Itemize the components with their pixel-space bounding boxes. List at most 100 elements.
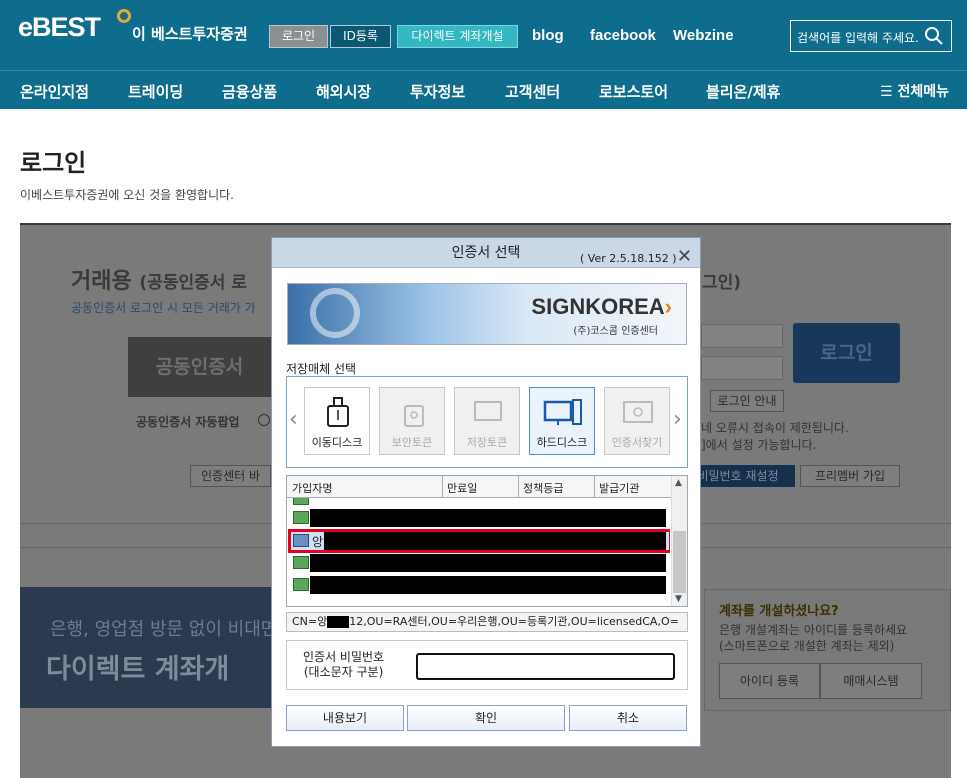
nav-robo-store[interactable]: 로보스토어 xyxy=(599,81,668,102)
nav-financial-products[interactable]: 금융상품 xyxy=(222,81,277,102)
free-member-button[interactable]: 프리멤버 가입 xyxy=(800,465,900,487)
scrollbar-thumb[interactable] xyxy=(673,531,686,593)
col-subscriber[interactable]: 가입자명 xyxy=(292,480,332,496)
media-find-cert[interactable]: 인증서찾기 xyxy=(604,387,670,455)
open-question: 계좌를 개설하셨나요? xyxy=(719,604,839,619)
chevron-right-icon[interactable]: › xyxy=(673,407,682,432)
password-section: 인증서 비밀번호 (대소문자 구분) xyxy=(286,640,688,690)
cert-icon xyxy=(293,534,309,547)
cancel-button[interactable]: 취소 xyxy=(569,705,687,731)
open-desc-2: (스마트폰으로 개설한 계좌는 제외) xyxy=(719,639,895,653)
cert-list: 가입자명 만료일 정책등급 발급기관 앙 ▲ ▼ xyxy=(286,475,688,607)
signkorea-logo: SIGNKOREA› xyxy=(531,294,672,319)
col-policy[interactable]: 정책등급 xyxy=(523,480,563,496)
redacted-block xyxy=(327,616,350,628)
brand-name[interactable]: 이 베스트투자증권 xyxy=(132,23,248,44)
hamburger-icon: ☰ xyxy=(880,84,893,100)
find-cert-icon xyxy=(623,401,653,423)
scroll-up-icon[interactable]: ▲ xyxy=(675,478,682,488)
col-separator xyxy=(442,476,443,498)
banner-line-2: 다이렉트 계좌개 xyxy=(46,654,230,685)
logo-ring-icon xyxy=(117,9,131,23)
nav-customer-center[interactable]: 고객센터 xyxy=(505,81,560,102)
cert-center-button[interactable]: 인증센터 바 xyxy=(190,465,271,487)
dialog-title-text: 인증서 선택 xyxy=(451,245,521,261)
password-field[interactable] xyxy=(701,356,783,380)
login-submit-button[interactable]: 로그인 xyxy=(793,323,900,383)
chevron-left-icon[interactable]: ‹ xyxy=(289,407,298,432)
col-issuer[interactable]: 발급기관 xyxy=(599,480,639,496)
cert-icon xyxy=(293,511,309,524)
signkorea-banner: SIGNKOREA› (주)코스콤 인증센터 xyxy=(287,283,687,345)
search-icon[interactable] xyxy=(924,26,944,46)
all-menu-button[interactable]: ☰ 전체메뉴 xyxy=(880,81,949,101)
scroll-down-icon[interactable]: ▼ xyxy=(675,594,682,604)
media-hard-disk[interactable]: 하드디스크 xyxy=(529,387,595,455)
id-register-link[interactable]: 아이디 등록 xyxy=(719,663,820,699)
cert-password-input[interactable] xyxy=(416,653,675,680)
cert-icon xyxy=(293,498,309,505)
computer-icon xyxy=(543,399,582,425)
webzine-link[interactable]: Webzine xyxy=(673,27,734,44)
redacted-block xyxy=(324,532,666,550)
version-text: ( Ver 2.5.18.152 ) xyxy=(580,252,677,265)
direct-account-button[interactable]: 다이렉트 계좌개설 xyxy=(397,25,518,48)
cert-dn-field: CN=앙 12,OU=RA센터,OU=우리은행,OU=등록기관,OU=licens… xyxy=(286,612,688,632)
nav-investment-info[interactable]: 투자정보 xyxy=(410,81,465,102)
table-row[interactable] xyxy=(291,576,669,594)
all-menu-label: 전체메뉴 xyxy=(897,84,949,100)
table-row[interactable] xyxy=(291,509,669,527)
auto-popup-radio[interactable] xyxy=(258,414,270,426)
view-details-button[interactable]: 내용보기 xyxy=(286,705,404,731)
login-button[interactable]: 로그인 xyxy=(269,25,328,48)
search-input[interactable]: 검색어를 입력해 주세요. xyxy=(790,20,952,52)
table-row[interactable] xyxy=(291,498,669,506)
facebook-link[interactable]: facebook xyxy=(590,27,656,44)
trade-desc: 공동인증서 로그인 시 모든 거래가 가 xyxy=(71,301,256,315)
media-label-storage-token: 저장토큰 xyxy=(466,436,508,449)
storage-token-icon xyxy=(474,401,502,421)
list-scrollbar[interactable]: ▲ ▼ xyxy=(671,476,687,606)
cert-list-header: 가입자명 만료일 정책등급 발급기관 xyxy=(287,476,671,498)
close-icon[interactable]: ✕ xyxy=(677,242,692,272)
nav-online-branch[interactable]: 온라인지점 xyxy=(20,81,89,102)
col-expiry[interactable]: 만료일 xyxy=(447,480,477,496)
storage-media-box: ‹ 이동디스크 보안토큰 저장토큰 하드디스크 인증서찾기 › xyxy=(286,376,688,468)
open-desc-1: 은행 개설계좌는 아이디를 등록하세요 xyxy=(719,623,908,637)
table-row-selected[interactable]: 앙 xyxy=(291,532,669,550)
trade-title: 거래용 (공동인증서 로 xyxy=(71,269,247,294)
trading-system-link[interactable]: 매매시스템 xyxy=(820,663,922,699)
auto-popup-label: 공동인증서 자동팝업 xyxy=(136,415,240,429)
nav-trading[interactable]: 트레이딩 xyxy=(128,81,183,102)
account-open-box: 계좌를 개설하셨나요? 은행 개설계좌는 아이디를 등록하세요 (스마트폰으로 … xyxy=(704,589,951,711)
media-label-security-token: 보안토큰 xyxy=(391,436,433,449)
media-storage-token[interactable]: 저장토큰 xyxy=(454,387,520,455)
ebest-logo[interactable]: eBEST xyxy=(18,12,101,43)
nav-bullion[interactable]: 블리온/제휴 xyxy=(706,81,780,102)
signkorea-subtitle: (주)코스콤 인증센터 xyxy=(573,326,658,337)
media-label-hard-disk: 하드디스크 xyxy=(536,436,588,449)
vault-icon xyxy=(310,288,360,338)
table-row[interactable] xyxy=(291,554,669,572)
redacted-block xyxy=(310,509,666,527)
cert-icon xyxy=(293,578,309,591)
confirm-button[interactable]: 확인 xyxy=(407,705,565,731)
login-guide-button[interactable]: 로그인 안내 xyxy=(710,390,784,412)
media-security-token[interactable]: 보안토큰 xyxy=(379,387,445,455)
nav-overseas-market[interactable]: 해외시장 xyxy=(316,81,371,102)
search-placeholder: 검색어를 입력해 주세요. xyxy=(797,31,919,45)
redacted-block xyxy=(310,576,666,594)
id-field[interactable] xyxy=(701,324,783,348)
redacted-block xyxy=(310,554,666,572)
media-removable-disk[interactable]: 이동디스크 xyxy=(304,387,370,455)
blog-link[interactable]: blog xyxy=(532,27,564,44)
direct-account-banner[interactable]: 은행, 영업점 방문 없이 비대면 다이렉트 계좌개 xyxy=(20,587,277,708)
cert-login-button[interactable]: 공동인증서 xyxy=(128,337,271,397)
cert-icon xyxy=(293,556,309,569)
main-nav: 온라인지점 트레이딩 금융상품 해외시장 투자정보 고객센터 로보스토어 블리온… xyxy=(0,70,967,109)
selected-row-name: 앙 xyxy=(312,535,324,549)
id-register-button[interactable]: ID등록 xyxy=(330,25,391,48)
cert-select-dialog: 인증서 선택 ✕ ( Ver 2.5.18.152 ) SIGNKOREA› (… xyxy=(271,237,701,747)
usb-icon xyxy=(327,397,349,427)
warn-text-2: ]에서 설정 가능합니다. xyxy=(701,438,817,452)
